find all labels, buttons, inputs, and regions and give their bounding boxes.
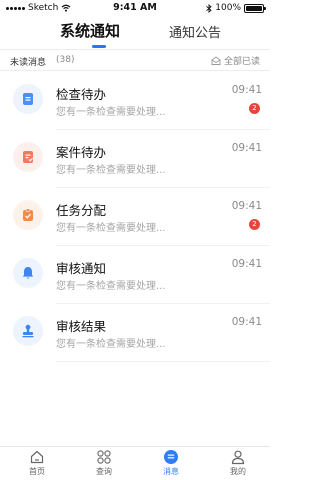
list-item[interactable]: 任务分配 您有一条检查需要处理... 09:41 2 xyxy=(0,188,270,246)
bell-icon xyxy=(13,258,43,288)
document-icon xyxy=(13,84,43,114)
unread-bar: 未读消息 (38) 全部已读 xyxy=(0,49,270,71)
status-bar: Sketch 9:41 AM 100% xyxy=(0,0,270,16)
tab-query-label: 查询 xyxy=(96,467,112,476)
clipboard-icon xyxy=(13,200,43,230)
tab-messages[interactable]: 消息 xyxy=(146,449,196,477)
message-preview: 您有一条检查需要处理... xyxy=(56,223,166,234)
tab-messages-label: 消息 xyxy=(163,467,179,476)
tab-home-label: 首页 xyxy=(29,467,45,476)
list-item[interactable]: 审核通知 您有一条检查需要处理... 09:41 xyxy=(0,246,270,304)
message-title: 审核通知 xyxy=(56,261,107,276)
message-time: 09:41 xyxy=(231,142,262,154)
list-item[interactable]: 检查待办 您有一条检查需要处理... 09:41 2 xyxy=(0,72,270,130)
message-title: 审核结果 xyxy=(56,319,107,334)
divider xyxy=(56,361,270,362)
unread-badge: 2 xyxy=(249,219,260,230)
stamp-icon xyxy=(13,316,43,346)
message-preview: 您有一条检查需要处理... xyxy=(56,281,166,292)
battery-percent: 100% xyxy=(215,3,241,13)
tab-system-notifications[interactable]: 系统通知 xyxy=(60,20,120,41)
message-list: 检查待办 您有一条检查需要处理... 09:41 2 案件待办 您有一条检查需要… xyxy=(0,72,270,362)
unread-label: 未读消息 xyxy=(10,58,47,68)
active-tab-indicator xyxy=(92,45,106,48)
profile-icon xyxy=(231,450,245,465)
battery-icon xyxy=(244,3,266,13)
tab-announcements[interactable]: 通知公告 xyxy=(169,22,221,41)
tab-home[interactable]: 首页 xyxy=(12,449,62,477)
mark-all-read-button[interactable]: 全部已读 xyxy=(211,54,260,67)
grid-icon xyxy=(97,450,111,464)
bluetooth-icon xyxy=(206,3,212,13)
message-time: 09:41 xyxy=(231,84,262,96)
message-icon xyxy=(164,450,178,464)
list-item[interactable]: 审核结果 您有一条检查需要处理... 09:41 xyxy=(0,304,270,362)
notification-tabs: 系统通知 通知公告 xyxy=(0,16,270,48)
message-preview: 您有一条检查需要处理... xyxy=(56,339,166,350)
unread-count: (38) xyxy=(56,55,75,65)
unread-badge: 2 xyxy=(249,103,260,114)
tab-query[interactable]: 查询 xyxy=(79,449,129,477)
list-item[interactable]: 案件待办 您有一条检查需要处理... 09:41 xyxy=(0,130,270,188)
home-icon xyxy=(30,450,44,464)
message-title: 检查待办 xyxy=(56,87,107,102)
bottom-tab-bar: 首页 查询 消息 我的 xyxy=(0,446,270,480)
message-time: 09:41 xyxy=(231,258,262,270)
message-time: 09:41 xyxy=(231,200,262,212)
envelope-open-icon xyxy=(211,56,221,65)
mark-all-read-label: 全部已读 xyxy=(223,57,260,67)
message-preview: 您有一条检查需要处理... xyxy=(56,165,166,176)
message-preview: 您有一条检查需要处理... xyxy=(56,107,166,118)
tab-profile-label: 我的 xyxy=(230,467,246,476)
message-title: 案件待办 xyxy=(56,145,107,160)
case-file-icon xyxy=(13,142,43,172)
tab-profile[interactable]: 我的 xyxy=(213,449,263,477)
message-title: 任务分配 xyxy=(56,203,107,218)
message-time: 09:41 xyxy=(231,316,262,328)
status-right: 100% xyxy=(206,3,266,13)
